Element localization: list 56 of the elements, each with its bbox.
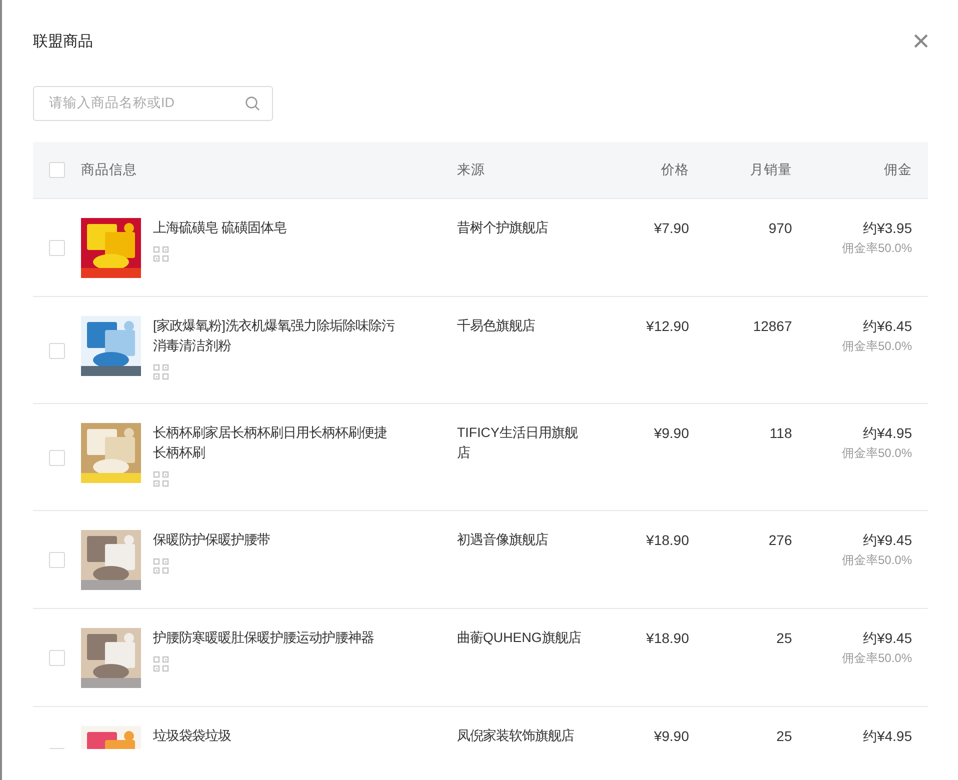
product-name: [家政爆氧粉]洗衣机爆氧强力除垢除味除污消毒清洁剂粉 — [153, 317, 395, 355]
checkbox[interactable] — [49, 552, 65, 568]
commission-rate: 佣金率50.0% — [842, 650, 912, 667]
monthly-sales: 970 — [768, 220, 792, 236]
product-name: 长柄杯刷家居长柄杯刷日用长柄杯刷便捷长柄杯刷 — [153, 424, 388, 462]
column-header: 商品信息 — [81, 162, 137, 177]
shop-name: 凤倪家装软饰旗舰店 — [457, 727, 575, 745]
price: ¥9.90 — [654, 425, 689, 441]
search-field[interactable]: 请输入商品名称或ID — [33, 86, 273, 121]
checkbox[interactable] — [49, 342, 65, 358]
shop-name: 初遇音像旗舰店 — [457, 531, 549, 549]
checkbox[interactable] — [49, 240, 65, 256]
qr-code-icon[interactable] — [153, 656, 169, 672]
product-name: 护腰防寒暖暖肚保暖护腰运动护腰神器 — [153, 629, 375, 647]
monthly-sales: 12867 — [753, 318, 792, 334]
commission: 约¥9.45 — [862, 531, 912, 550]
commission-rate: 佣金率50.0% — [842, 552, 912, 569]
commission: 约¥4.95 — [862, 727, 912, 746]
price: ¥7.90 — [654, 220, 689, 236]
commission: 约¥3.95 — [862, 219, 912, 238]
product-name: 保暖防护保暖护腰带 — [153, 531, 271, 549]
checkbox[interactable] — [49, 450, 65, 466]
qr-code-icon[interactable] — [153, 471, 169, 487]
commission-rate: 佣金率50.0% — [842, 240, 912, 257]
close-button[interactable]: × — [910, 30, 932, 54]
column-header: 来源 — [457, 162, 485, 177]
shop-name: 昔树个护旗舰店 — [457, 219, 549, 237]
monthly-sales: 276 — [768, 532, 792, 548]
qr-code-icon[interactable] — [153, 246, 169, 262]
price: ¥18.90 — [646, 630, 689, 646]
product-name: 垃圾袋袋垃圾 — [153, 727, 232, 745]
column-header: 月销量 — [750, 162, 792, 177]
search-input[interactable]: 请输入商品名称或ID — [49, 93, 245, 114]
shop-name: TIFICY生活日用旗舰店 — [457, 424, 579, 462]
column-header: 价格 — [661, 162, 689, 177]
dialog-title: 联盟商品 — [33, 32, 93, 52]
monthly-sales: 25 — [776, 728, 792, 744]
qr-code-icon[interactable] — [153, 364, 169, 380]
price: ¥18.90 — [646, 532, 689, 548]
commission: 约¥4.95 — [862, 424, 912, 443]
commission: 约¥9.45 — [862, 629, 912, 648]
checkbox[interactable] — [49, 162, 65, 178]
checkbox[interactable] — [49, 650, 65, 666]
monthly-sales: 25 — [776, 630, 792, 646]
shop-name: 千易色旗舰店 — [457, 317, 536, 335]
price: ¥9.90 — [654, 728, 689, 744]
product-name: 上海硫磺皂 硫磺固体皂 — [153, 219, 288, 237]
price: ¥12.90 — [646, 318, 689, 334]
commission: 约¥6.45 — [862, 317, 912, 336]
commission-rate: 佣金率50.0% — [842, 445, 912, 462]
search-icon — [245, 96, 260, 111]
column-header: 佣金 — [884, 162, 912, 177]
monthly-sales: 118 — [770, 425, 792, 441]
commission-rate: 佣金率50.0% — [842, 338, 912, 355]
qr-code-icon[interactable] — [153, 558, 169, 574]
shop-name: 曲蘅QUHENG旗舰店 — [457, 629, 582, 647]
